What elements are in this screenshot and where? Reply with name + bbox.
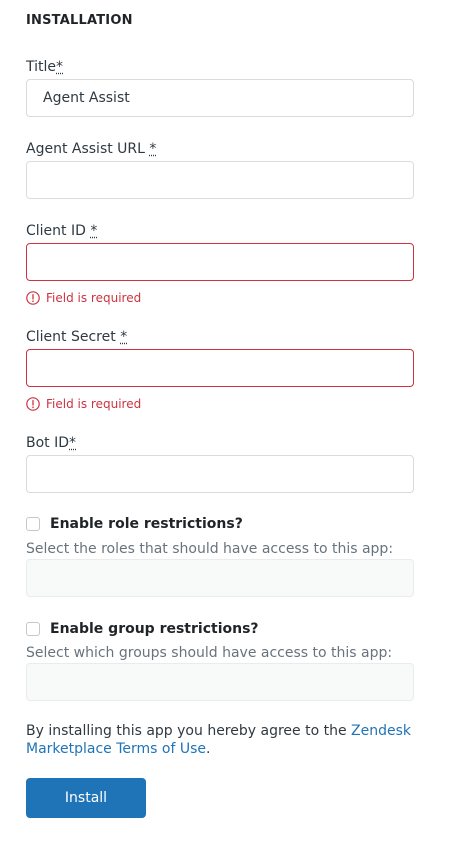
install-button[interactable]: Install: [26, 778, 146, 818]
required-mark: *: [149, 141, 157, 157]
roles-select: [26, 559, 414, 597]
role-restrictions-checkbox[interactable]: [26, 517, 40, 531]
alert-circle-icon: [26, 397, 40, 411]
client-id-input[interactable]: [26, 243, 414, 281]
group-restrictions-checkbox[interactable]: [26, 622, 40, 636]
required-mark: *: [90, 223, 98, 239]
title-label: Title*: [26, 59, 64, 75]
client-id-error: Field is required: [26, 291, 141, 305]
client-id-label: Client ID *: [26, 223, 98, 239]
agent-assist-url-input[interactable]: [26, 161, 414, 199]
error-message: Field is required: [46, 291, 142, 305]
role-restrictions-label[interactable]: Enable role restrictions?: [50, 516, 243, 532]
agent-assist-url-label: Agent Assist URL *: [26, 141, 157, 157]
client-secret-input[interactable]: [26, 349, 414, 387]
error-message: Field is required: [46, 397, 142, 411]
bot-id-label: Bot ID*: [26, 435, 77, 451]
required-mark: *: [69, 435, 77, 451]
group-restrictions-label[interactable]: Enable group restrictions?: [50, 621, 259, 637]
title-input[interactable]: [26, 79, 414, 117]
terms-text: By installing this app you hereby agree …: [26, 723, 411, 757]
client-secret-error: Field is required: [26, 397, 141, 411]
alert-circle-icon: [26, 291, 40, 305]
group-restrictions-hint: Select which groups should have access t…: [26, 645, 393, 661]
bot-id-input[interactable]: [26, 455, 414, 493]
section-heading: INSTALLATION: [26, 13, 133, 28]
required-mark: *: [56, 59, 64, 75]
required-mark: *: [120, 329, 128, 345]
client-secret-label: Client Secret *: [26, 329, 128, 345]
role-restrictions-hint: Select the roles that should have access…: [26, 541, 394, 557]
groups-select: [26, 663, 414, 701]
